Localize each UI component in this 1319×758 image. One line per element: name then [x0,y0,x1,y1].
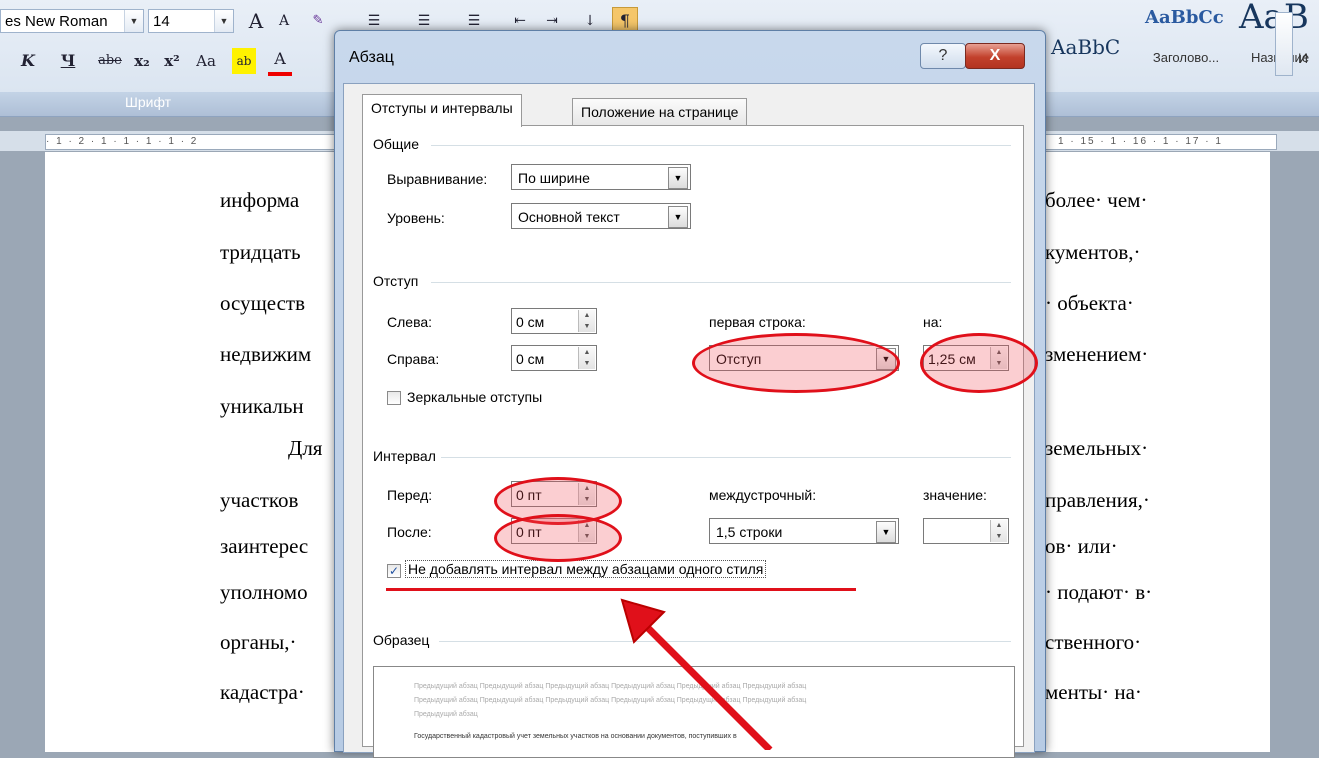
spacing-at-label: значение: [923,487,987,503]
close-button[interactable]: X [965,43,1025,69]
by-label: на: [923,314,943,330]
highlight-button[interactable]: ab [232,48,256,74]
font-name-value: es New Roman [5,13,108,30]
first-line-label: первая строка: [709,314,806,330]
indent-right-value: 0 см [516,351,545,367]
chevron-down-icon[interactable]: ▼ [668,206,688,228]
chevron-down-icon[interactable]: ▼ [214,10,233,32]
alignment-select[interactable]: По ширине ▼ [511,164,691,190]
doc-fragment: уникальн [220,394,304,418]
doc-fragment: · объекта· [1045,291,1134,315]
level-select[interactable]: Основной текст ▼ [511,203,691,229]
doc-fragment: органы,· [220,630,297,654]
no-space-same-style-label: Не добавлять интервал между абзацами одн… [405,560,767,578]
clear-format-icon[interactable]: ✎ [306,8,330,34]
help-button[interactable]: ? [920,43,966,69]
indent-left-value: 0 см [516,314,545,330]
italic-button[interactable]: K [16,48,40,74]
underline-button[interactable]: Ч [56,48,80,74]
highlight-first-line-ellipse [692,333,900,393]
line-spacing-select[interactable]: 1,5 строки ▼ [709,518,899,544]
level-label: Уровень: [387,210,445,226]
doc-fragment: тридцать [220,240,301,264]
preview-prev-line: Предыдущий абзац [414,711,478,718]
ribbon-extra-label: И [1298,50,1309,66]
chevron-down-icon[interactable]: ▼ [876,521,896,543]
doc-fragment: уполномо [220,580,308,604]
section-indent: Отступ [373,273,419,289]
separator [431,145,1011,146]
doc-fragment: зменением· [1045,342,1149,366]
font-size-combo[interactable]: 14 ▼ [148,9,234,33]
doc-fragment: · подают· в· [1045,580,1153,604]
font-group-label: Шрифт [125,94,172,110]
superscript-button[interactable]: x² [160,48,184,74]
indent-right-label: Справа: [387,351,440,367]
font-color-button[interactable]: A [268,46,292,76]
style-name: Заголово... [1152,50,1220,65]
change-case-button[interactable]: Aa [194,48,218,74]
arrow-icon [620,598,773,750]
mirror-indents-label: Зеркальные отступы [407,389,543,405]
ruler-left-marks: · 1 · 2 · 1 · 1 · 1 · 1 · 2 [46,136,199,147]
indent-left-spinner[interactable]: 0 см ▲ ▼ [511,308,597,334]
doc-fragment: заинтерес [220,534,309,558]
level-value: Основной текст [518,209,620,225]
styles-scroll[interactable] [1275,12,1293,76]
font-size-value: 14 [153,13,170,30]
chevron-down-icon[interactable]: ▼ [668,167,688,189]
doc-fragment: менты· на· [1045,680,1142,704]
arrow-shaft [637,617,773,750]
doc-fragment: земельных· [1045,436,1149,460]
tab-line-page-breaks[interactable]: Положение на странице [572,98,748,125]
line-spacing-value: 1,5 строки [716,524,783,540]
no-space-same-style-checkbox[interactable]: ✓ [387,564,401,578]
tab-indents-spacing[interactable]: Отступы и интервалы [362,94,522,127]
section-spacing: Интервал [373,448,436,464]
indent-right-spinner[interactable]: 0 см ▲ ▼ [511,345,597,371]
doc-fragment: более· чем· [1045,188,1148,212]
doc-fragment: участков [220,488,299,512]
ribbon-row-format: K Ч abe x₂ x² Aa ab A [0,46,294,76]
spacing-before-label: Перед: [387,487,433,503]
line-spacing-label: междустрочный: [709,487,817,503]
spinner-arrows-icon[interactable]: ▲ ▼ [578,347,595,369]
alignment-label: Выравнивание: [387,171,488,187]
ruler-right-marks: 1 · 15 · 1 · 16 · 1 · 17 · 1 [1058,136,1223,147]
doc-fragment: Для [288,436,323,460]
section-general: Общие [373,136,420,152]
section-preview: Образец [373,632,430,648]
separator [431,282,1011,283]
doc-fragment: кументов,· [1045,240,1141,264]
dialog-title: Абзац [349,49,394,66]
spinner-arrows-icon[interactable]: ▲ ▼ [578,310,595,332]
alignment-value: По ширине [518,170,590,186]
style-sample: AaBbC [1051,35,1121,59]
spacing-at-spinner[interactable]: ▲ ▼ [923,518,1009,544]
style-sample: AaB [1239,0,1309,37]
doc-fragment: ственного· [1045,630,1142,654]
mirror-indents-checkbox[interactable] [387,391,401,405]
separator [441,457,1011,458]
doc-fragment: информа [220,188,300,212]
font-name-combo[interactable]: es New Roman ▼ [0,9,144,33]
doc-fragment: осуществ [220,291,305,315]
strikethrough-button[interactable]: abe [98,48,122,74]
style-heading[interactable]: AaBbCc Заголово... [1140,0,1232,76]
highlight-by-ellipse [920,333,1038,393]
doc-fragment: недвижим [220,342,312,366]
style-heading-2[interactable]: AaBbC [1046,0,1138,76]
subscript-button[interactable]: x₂ [130,48,154,74]
grow-font-button[interactable]: A [244,8,268,34]
shrink-font-button[interactable]: A [272,8,296,34]
style-sample: AaBbCc [1145,7,1224,28]
spacing-after-label: После: [387,524,432,540]
doc-fragment: кадастра· [220,680,305,704]
indent-left-label: Слева: [387,314,433,330]
doc-fragment: ов· или· [1045,534,1118,558]
spinner-arrows-icon[interactable]: ▲ ▼ [990,520,1007,542]
doc-fragment: правления,· [1045,488,1150,512]
chevron-down-icon[interactable]: ▼ [124,10,143,32]
highlight-after-ellipse [494,514,622,562]
